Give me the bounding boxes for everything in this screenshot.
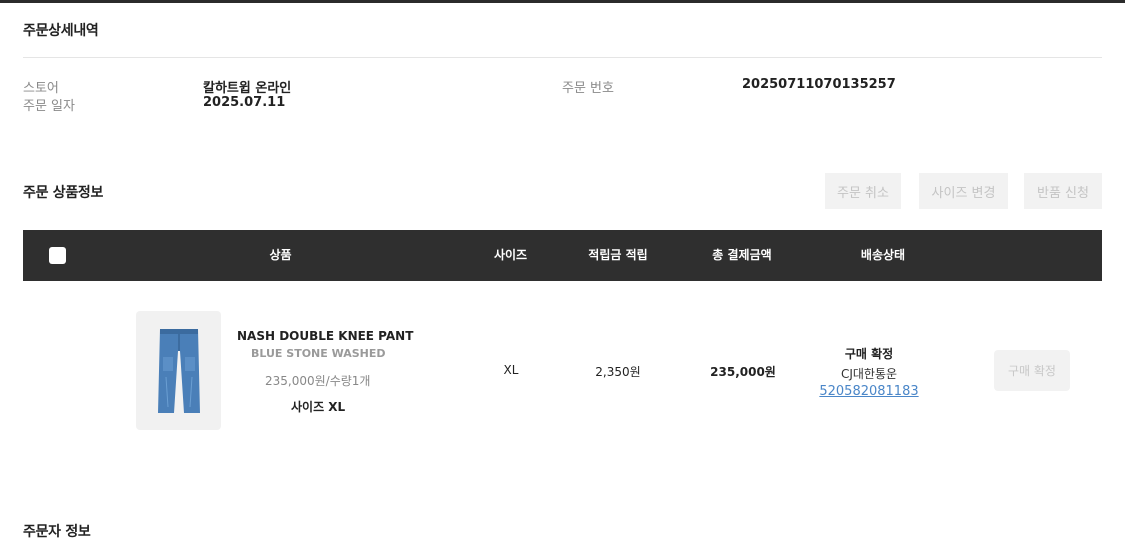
order-number-label: 주문 번호 xyxy=(562,81,614,96)
orderer-info-title: 주문자 정보 xyxy=(23,524,91,540)
status-label: 구매 확정 xyxy=(844,347,894,361)
total-value: 235,000원 xyxy=(710,365,776,379)
table-row: NASH DOUBLE KNEE PANT BLUE STONE WASHED … xyxy=(23,281,1102,461)
top-border xyxy=(0,0,1125,3)
header-size: 사이즈 xyxy=(493,248,528,262)
store-label: 스토어 xyxy=(23,81,59,96)
jeans-icon xyxy=(157,328,200,413)
size-value: XL xyxy=(503,363,519,377)
return-request-button[interactable]: 반품 신청 xyxy=(1024,173,1102,209)
delivery-status: 구매 확정 CJ대한통운 520582081183 xyxy=(803,345,935,399)
size-change-button[interactable]: 사이즈 변경 xyxy=(919,173,1008,209)
cancel-order-button[interactable]: 주문 취소 xyxy=(825,173,901,209)
confirm-purchase-button[interactable]: 구매 확정 xyxy=(994,350,1070,391)
order-date-label: 주문 일자 xyxy=(23,99,75,114)
product-price-quantity: 235,000원/수량1개 xyxy=(265,374,371,388)
header-points: 적립금 적립 xyxy=(588,248,648,262)
store-value: 칼하트윕 온라인 xyxy=(203,81,292,96)
table-header: 상품 사이즈 적립금 적립 총 결제금액 배송상태 xyxy=(23,230,1102,281)
product-name[interactable]: NASH DOUBLE KNEE PANT xyxy=(237,329,413,343)
tracking-number-link[interactable]: 520582081183 xyxy=(803,384,935,399)
order-detail-title: 주문상세내역 xyxy=(23,23,99,39)
section-divider xyxy=(23,57,1102,58)
points-value: 2,350원 xyxy=(595,365,641,379)
product-size-label: 사이즈 XL xyxy=(291,400,346,414)
carrier-name: CJ대한통운 xyxy=(840,367,898,381)
order-date-value: 2025.07.11 xyxy=(203,95,286,110)
order-number-value: 20250711070135257 xyxy=(742,77,896,92)
product-info-title: 주문 상품정보 xyxy=(23,185,104,201)
select-all-checkbox[interactable] xyxy=(49,247,66,264)
product-color: BLUE STONE WASHED xyxy=(251,347,386,360)
product-thumbnail[interactable] xyxy=(136,311,221,430)
header-total: 총 결제금액 xyxy=(712,248,772,262)
header-product: 상품 xyxy=(269,248,292,262)
header-status: 배송상태 xyxy=(860,248,906,262)
